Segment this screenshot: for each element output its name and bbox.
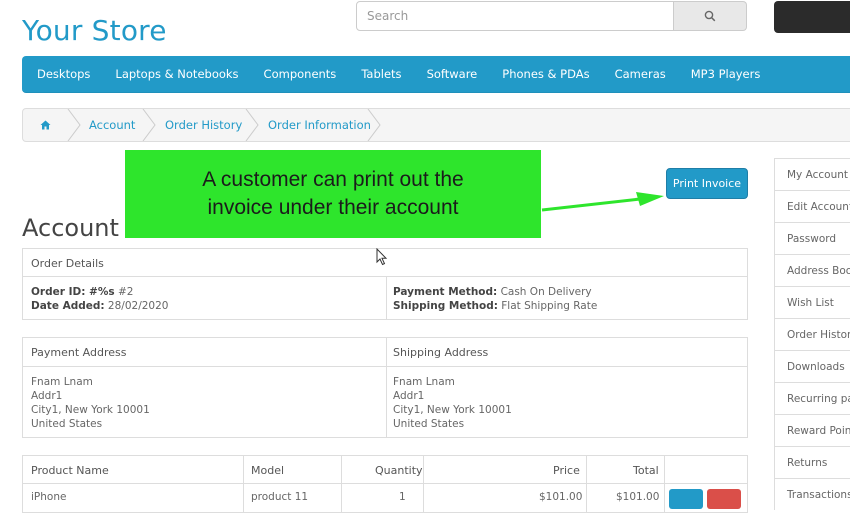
model-cell: product 11 [251,491,309,503]
cart-button[interactable] [774,1,850,33]
search-icon [704,10,716,22]
product-name-cell: iPhone [31,491,67,503]
shipping-address: Fnam Lnam Addr1 City1, New York 10001 Un… [393,376,512,430]
sidebar-item-my-account[interactable]: My Account [774,158,850,190]
column-product-name: Product Name [31,464,109,477]
table-row: iPhone product 11 1 $101.00 $101.00 [22,483,748,513]
address-header: Payment Address Shipping Address [22,337,748,367]
menu-item-phones[interactable]: Phones & PDAs [502,67,589,81]
mouse-cursor-icon [376,248,388,266]
payment-address-title: Payment Address [31,346,127,359]
home-icon[interactable] [40,109,51,141]
column-divider [386,367,387,437]
search-button[interactable] [674,1,747,31]
menu-item-mp3[interactable]: MP3 Players [691,67,761,81]
breadcrumb-separator-icon [367,109,381,141]
annotation-callout: A customer can print out the invoice und… [125,150,541,238]
breadcrumb-separator-icon [67,109,81,141]
price-cell: $101.00 [539,491,583,503]
menu-item-desktops[interactable]: Desktops [37,67,90,81]
sidebar-item-address-book[interactable]: Address Book [774,254,850,286]
menu-item-tablets[interactable]: Tablets [361,67,401,81]
category-menu: Desktops Laptops & Notebooks Components … [22,56,850,93]
quantity-cell: 1 [399,491,406,503]
menu-item-software[interactable]: Software [427,67,478,81]
sidebar-item-transactions[interactable]: Transactions [774,478,850,510]
payment-address: Fnam Lnam Addr1 City1, New York 10001 Un… [31,376,150,430]
print-invoice-button[interactable]: Print Invoice [666,168,748,199]
sidebar-item-edit-account[interactable]: Edit Account [774,190,850,222]
column-divider [386,277,387,319]
menu-item-cameras[interactable]: Cameras [615,67,666,81]
annotation-arrow-icon [541,192,664,212]
search-input[interactable] [357,2,667,30]
store-logo[interactable]: Your Store [22,14,167,47]
search-box [356,1,674,31]
payment-method: Payment Method: Cash On Delivery [393,286,592,298]
sidebar-item-reward-points[interactable]: Reward Points [774,414,850,446]
breadcrumb: Account Order History Order Information [22,108,850,142]
date-added: Date Added: 28/02/2020 [31,300,169,312]
sidebar-item-returns[interactable]: Returns [774,446,850,478]
menu-item-laptops[interactable]: Laptops & Notebooks [115,67,238,81]
breadcrumb-separator-icon [245,109,259,141]
order-details-body: Order ID: #%s #2 Date Added: 28/02/2020 … [22,276,748,320]
breadcrumb-order-information[interactable]: Order Information [268,109,371,141]
breadcrumb-account[interactable]: Account [89,109,135,141]
column-total: Total [633,464,659,477]
order-details-title: Order Details [31,257,104,270]
shipping-method: Shipping Method: Flat Shipping Rate [393,300,598,312]
shipping-address-title: Shipping Address [393,346,489,359]
products-header: Product Name Model Quantity Price Total [22,455,748,484]
sidebar-item-order-history[interactable]: Order History [774,318,850,350]
column-quantity: Quantity [375,464,423,477]
sidebar-item-downloads[interactable]: Downloads [774,350,850,382]
breadcrumb-separator-icon [142,109,156,141]
return-button[interactable] [707,489,741,509]
total-cell: $101.00 [616,491,660,503]
account-sidebar: My Account Edit Account Password Address… [774,158,850,510]
column-price: Price [553,464,580,477]
order-id: Order ID: #%s #2 [31,286,134,298]
sidebar-item-wish-list[interactable]: Wish List [774,286,850,318]
sidebar-item-password[interactable]: Password [774,222,850,254]
address-body: Fnam Lnam Addr1 City1, New York 10001 Un… [22,366,748,438]
reorder-button[interactable] [669,489,703,509]
column-divider [386,338,387,366]
column-model: Model [251,464,285,477]
menu-item-components[interactable]: Components [264,67,337,81]
page-title: Account [22,214,119,242]
breadcrumb-order-history[interactable]: Order History [165,109,242,141]
sidebar-item-recurring[interactable]: Recurring payments [774,382,850,414]
